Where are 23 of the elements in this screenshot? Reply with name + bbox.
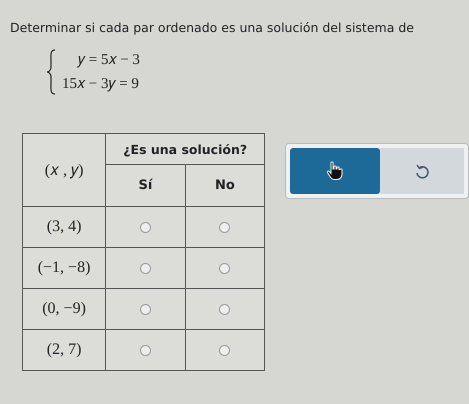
- radio-button[interactable]: [140, 304, 151, 314]
- brace-icon: [46, 49, 56, 95]
- radio-button[interactable]: [219, 262, 230, 274]
- radio-button[interactable]: [219, 222, 230, 232]
- table-cell: (2, 7): [22, 330, 106, 370]
- radio-button[interactable]: [219, 304, 230, 314]
- table-header-cell: No: [185, 164, 265, 206]
- radio-button[interactable]: [219, 344, 230, 356]
- radio-button[interactable]: [140, 344, 151, 356]
- table-header-cell: (𝑥 , 𝑦): [22, 134, 106, 206]
- radio-button[interactable]: [140, 262, 151, 274]
- table-cell: (0, −9): [22, 288, 106, 330]
- radio-button[interactable]: [140, 222, 151, 232]
- table-cell: (−1, −8): [22, 248, 106, 288]
- table-header-cell: Sí: [106, 164, 186, 206]
- equation: 15𝑥 − 3𝑦 = 9: [62, 75, 140, 93]
- check-button[interactable]: [290, 148, 380, 194]
- hand-cursor-icon: [326, 161, 344, 181]
- table-header-cell: ¿Es una solución?: [106, 134, 265, 165]
- table-cell: (3, 4): [22, 206, 106, 248]
- undo-icon: [415, 163, 430, 179]
- equation: 𝑦 = 5𝑥 − 3: [78, 51, 140, 69]
- instruction-text: Determinar si cada par ordenado es una solución del sistema de: [10, 20, 415, 35]
